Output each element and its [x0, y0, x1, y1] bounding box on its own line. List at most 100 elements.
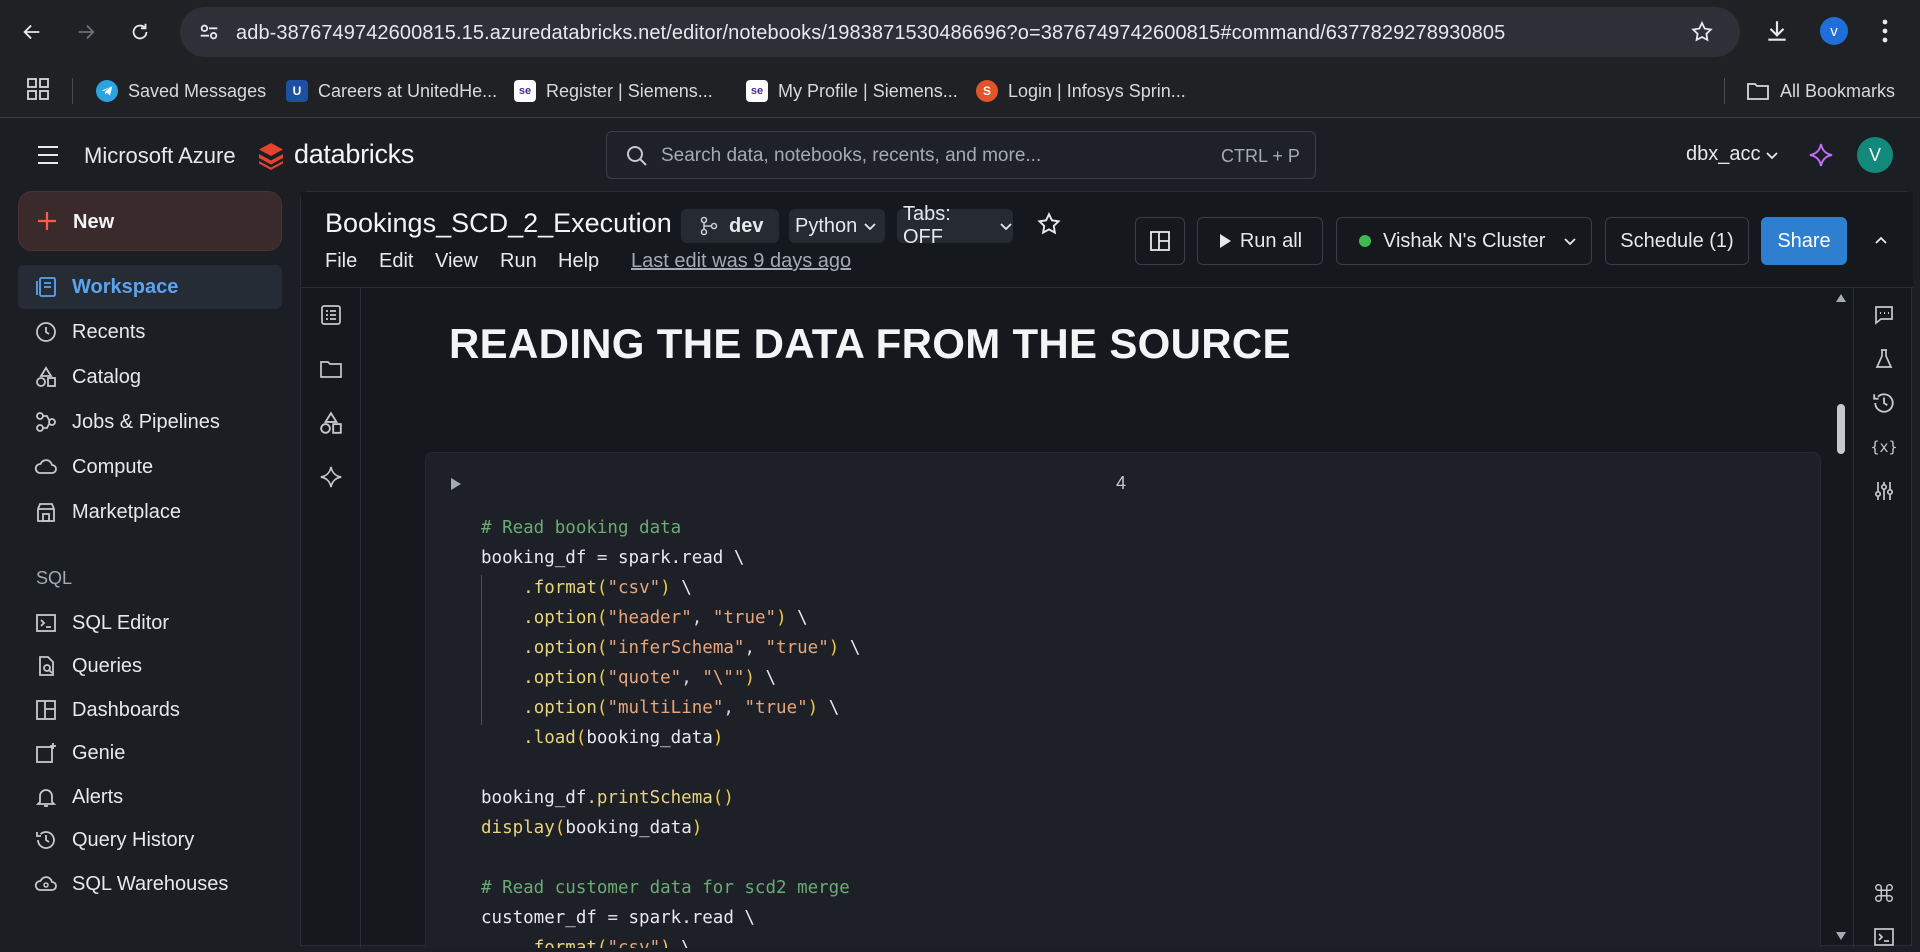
tabs-toggle[interactable]: Tabs: OFF — [897, 203, 1013, 248]
kebab-menu-icon[interactable] — [1880, 18, 1890, 44]
layout-toggle-button[interactable] — [1135, 217, 1185, 265]
sidebar-item-genie[interactable]: Genie — [18, 731, 282, 775]
code-token: ( — [596, 578, 608, 598]
variables-icon[interactable]: {x} — [1869, 432, 1899, 462]
sidebar-item-catalog[interactable]: Catalog — [18, 355, 282, 399]
sidebar-item-compute[interactable]: Compute — [18, 445, 282, 489]
all-bookmarks[interactable]: All Bookmarks — [1746, 77, 1895, 105]
bookmark-star-icon[interactable] — [1690, 20, 1714, 44]
catalog-icon[interactable] — [316, 408, 346, 438]
bookmark-saved-messages[interactable]: Saved Messages — [96, 77, 266, 105]
folder-icon[interactable] — [316, 354, 346, 384]
sidebar-item-alerts[interactable]: Alerts — [18, 775, 282, 819]
notebook-title[interactable]: Bookings_SCD_2_Execution — [325, 208, 672, 239]
schedule-button[interactable]: Schedule (1) — [1605, 217, 1749, 265]
sidebar-item-sql-warehouses[interactable]: SQL Warehouses — [18, 862, 282, 906]
code-cell[interactable]: 4 # Read booking data booking_df = spark.… — [425, 452, 1821, 948]
code-token: booking_df — [481, 788, 587, 808]
back-icon[interactable] — [14, 14, 50, 50]
notebook-scrollbar[interactable] — [1834, 292, 1848, 942]
global-search[interactable]: Search data, notebooks, recents, and mor… — [606, 131, 1316, 179]
cluster-name: Vishak N's Cluster — [1383, 229, 1546, 252]
code-token: \ — [755, 668, 777, 688]
menu-view[interactable]: View — [435, 250, 478, 273]
databricks-logo-icon[interactable] — [256, 140, 286, 170]
language-selector[interactable]: Python — [789, 209, 885, 243]
assistant-sparkle-icon[interactable] — [1808, 142, 1834, 168]
table-of-contents-icon[interactable] — [316, 300, 346, 330]
search-placeholder: Search data, notebooks, recents, and mor… — [661, 145, 1042, 166]
reload-icon[interactable] — [122, 14, 158, 50]
code-token: ( — [596, 668, 608, 688]
history-icon — [28, 818, 64, 862]
comments-icon[interactable] — [1869, 300, 1899, 330]
code-token: ) — [660, 938, 671, 948]
menu-edit[interactable]: Edit — [379, 250, 413, 273]
terminal-icon[interactable] — [1869, 922, 1899, 952]
cloud-icon — [28, 445, 64, 489]
code-token: = — [586, 548, 618, 568]
experiments-flask-icon[interactable] — [1869, 344, 1899, 374]
favorite-star-icon[interactable] — [1036, 211, 1062, 237]
sidebar-item-label: Catalog — [72, 365, 141, 388]
bookmark-siemens-profile[interactable]: se My Profile | Siemens... — [746, 77, 958, 105]
command-shortcuts-icon[interactable] — [1869, 878, 1899, 908]
user-avatar[interactable]: V — [1857, 137, 1893, 173]
code-token: .printSchema — [586, 788, 713, 808]
bookmark-infosys[interactable]: S Login | Infosys Sprin... — [976, 77, 1186, 105]
address-bar[interactable]: adb-3876749742600815.15.azuredatabricks.… — [180, 7, 1740, 57]
browser-profile-avatar[interactable]: v — [1820, 17, 1848, 45]
new-button[interactable]: New — [18, 191, 282, 251]
code-token: ) — [744, 668, 756, 688]
run-cell-icon[interactable] — [450, 477, 462, 491]
jobs-icon — [28, 400, 64, 444]
version-history-icon[interactable] — [1869, 388, 1899, 418]
menu-help[interactable]: Help — [558, 250, 599, 273]
apps-grid-icon[interactable] — [26, 77, 50, 101]
run-all-button[interactable]: Run all — [1197, 217, 1323, 265]
cluster-selector[interactable]: Vishak N's Cluster — [1336, 217, 1592, 265]
run-all-label: Run all — [1239, 229, 1303, 252]
settings-sliders-icon[interactable] — [1869, 476, 1899, 506]
code-token: spark.read — [617, 548, 724, 568]
forward-icon[interactable] — [68, 14, 104, 50]
sidebar-item-jobs-pipelines[interactable]: Jobs & Pipelines — [18, 400, 282, 444]
last-edit-link[interactable]: Last edit was 9 days ago — [631, 250, 851, 273]
notebook-right-rail: {x} — [1853, 288, 1913, 948]
site-settings-icon[interactable] — [198, 21, 220, 43]
sidebar-item-workspace[interactable]: Workspace — [18, 265, 282, 309]
sidebar-item-recents[interactable]: Recents — [18, 310, 282, 354]
bookmark-siemens-register[interactable]: se Register | Siemens... — [514, 77, 713, 105]
git-branch-button[interactable]: dev — [681, 209, 779, 243]
code-token: \ — [670, 938, 692, 948]
sidebar-item-dashboards[interactable]: Dashboards — [18, 688, 282, 732]
hamburger-menu-icon[interactable] — [36, 144, 60, 166]
code-line: .option("inferSchema", "true") \ — [481, 633, 860, 663]
code-token: ) — [660, 578, 671, 598]
sidebar-item-queries[interactable]: Queries — [18, 644, 282, 688]
code-editor[interactable]: # Read booking data booking_df = spark.re… — [481, 513, 860, 948]
sidebar-item-marketplace[interactable]: Marketplace — [18, 490, 282, 534]
workspace-switcher[interactable]: dbx_acc — [1686, 143, 1779, 166]
queries-icon — [28, 644, 64, 688]
collapse-header-icon[interactable] — [1873, 232, 1889, 248]
menu-run[interactable]: Run — [500, 250, 537, 273]
databricks-wordmark[interactable]: databricks — [294, 139, 414, 170]
code-token: "quote" — [607, 668, 682, 688]
download-icon[interactable] — [1764, 18, 1790, 44]
store-icon — [28, 490, 64, 534]
chevron-down-icon — [1563, 234, 1577, 248]
sidebar-item-sql-editor[interactable]: SQL Editor — [18, 601, 282, 645]
url-text[interactable]: adb-3876749742600815.15.azuredatabricks.… — [236, 22, 1505, 45]
bell-icon — [28, 775, 64, 819]
bookmark-unitedhealth[interactable]: U Careers at UnitedHe... — [286, 77, 497, 105]
code-token: \ — [839, 638, 861, 658]
search-icon — [625, 144, 649, 168]
bookmark-label: Login | Infosys Sprin... — [1008, 80, 1186, 101]
assistant-icon[interactable] — [316, 462, 346, 492]
share-button[interactable]: Share — [1761, 217, 1847, 265]
menu-file[interactable]: File — [325, 250, 357, 273]
sidebar-item-label: Jobs & Pipelines — [72, 410, 220, 433]
sidebar-item-query-history[interactable]: Query History — [18, 818, 282, 862]
